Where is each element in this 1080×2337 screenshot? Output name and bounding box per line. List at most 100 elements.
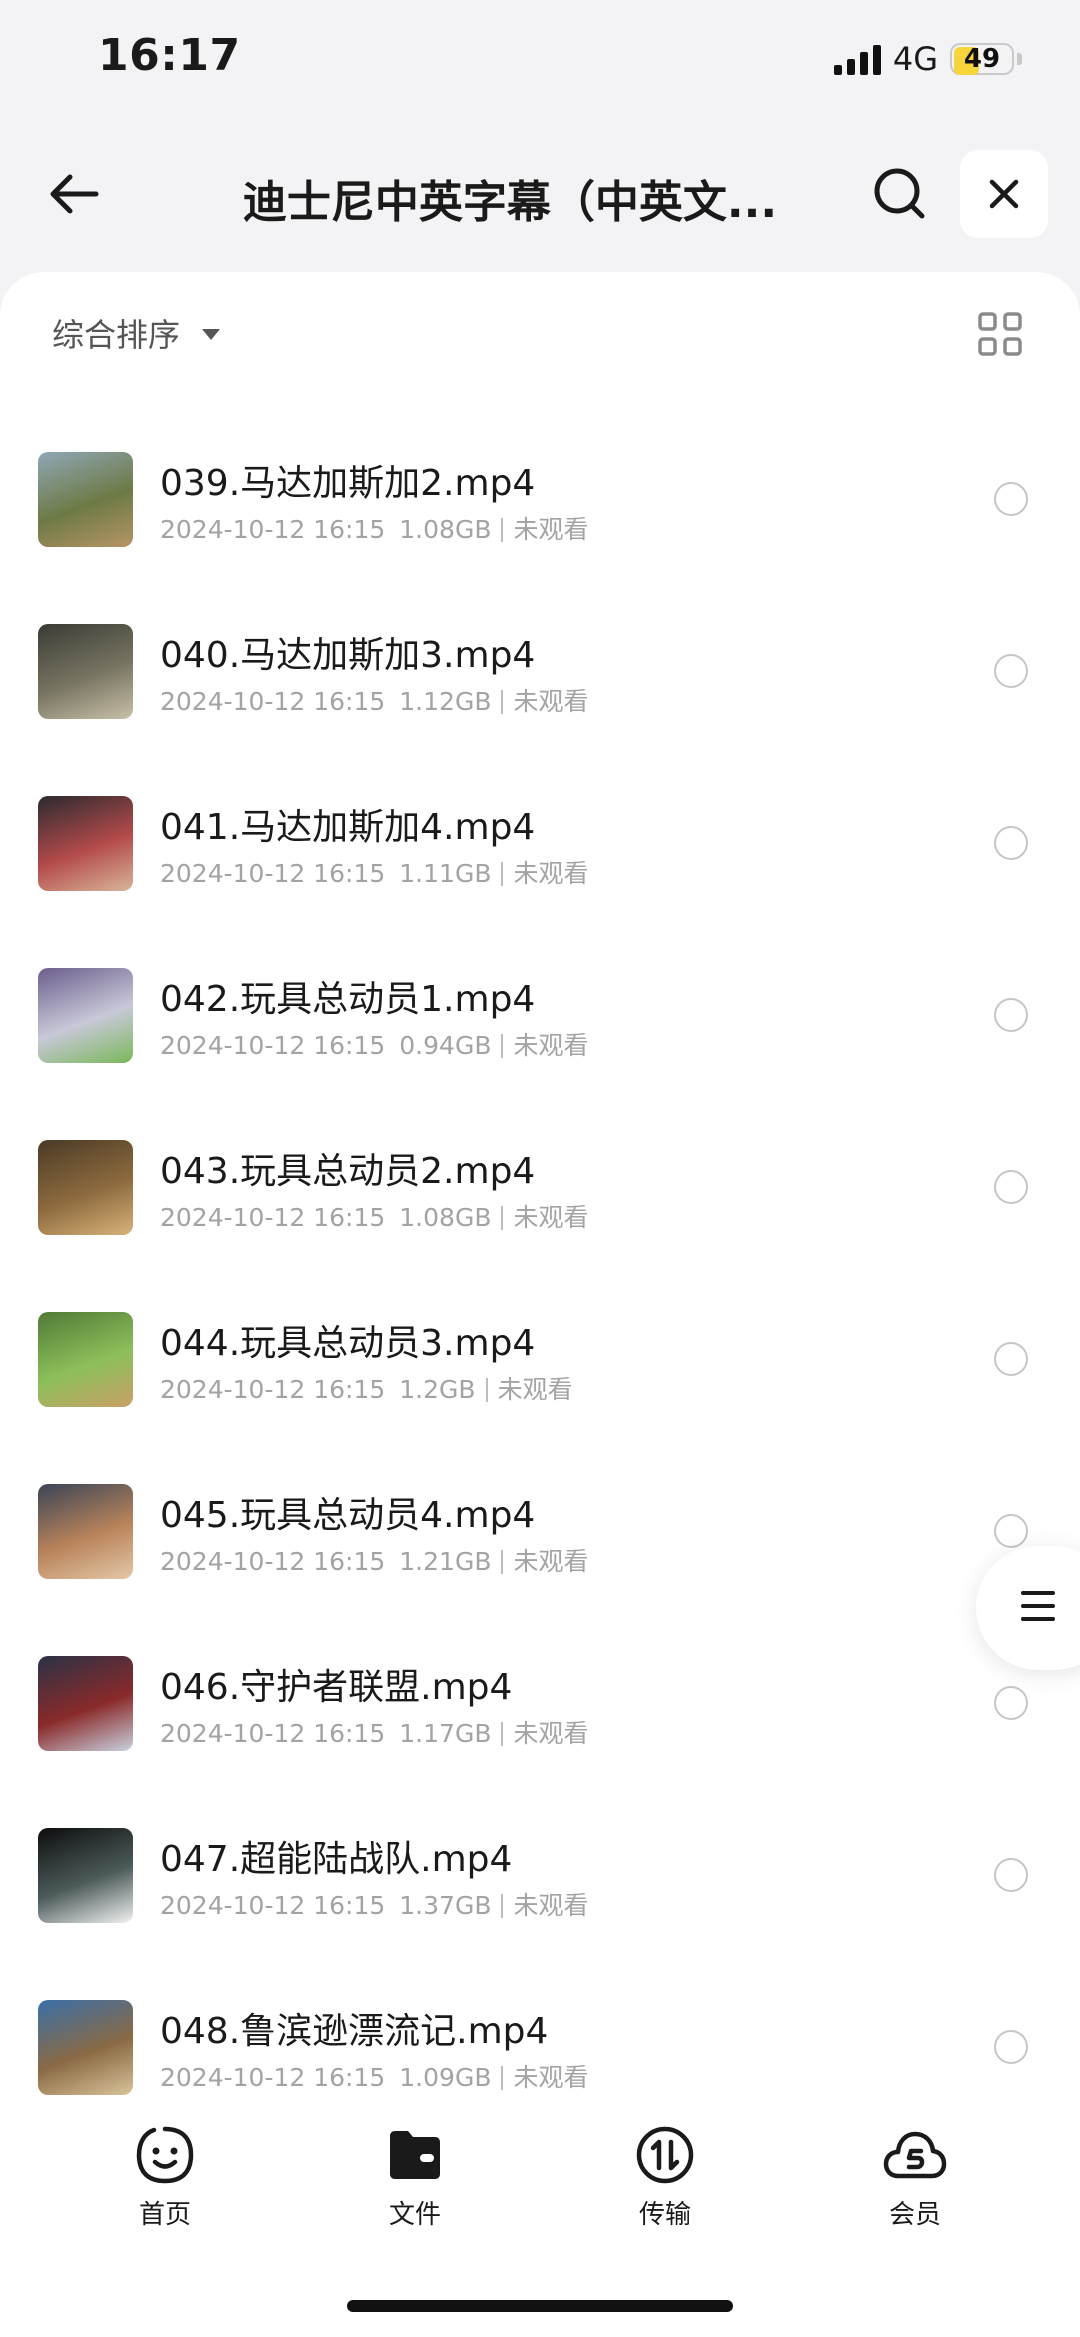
file-size: 1.11GB — [399, 859, 492, 888]
file-row[interactable]: 041.马达加斯加4.mp4 2024-10-12 16:15 1.11GB 未观看 — [0, 776, 1080, 948]
file-row[interactable]: 045.玩具总动员4.mp4 2024-10-12 16:15 1.21GB 未观看 — [0, 1464, 1080, 1636]
status-time: 16:17 — [98, 30, 241, 81]
video-thumbnail — [38, 1828, 133, 1923]
file-date: 2024-10-12 16:15 — [160, 687, 386, 716]
select-radio[interactable] — [994, 1686, 1028, 1720]
meta-divider — [501, 1550, 504, 1574]
search-button[interactable] — [862, 156, 938, 232]
file-size: 1.08GB — [399, 515, 492, 544]
file-name: 041.马达加斯加4.mp4 — [160, 807, 536, 848]
file-name: 045.玩具总动员4.mp4 — [160, 1495, 536, 1536]
file-date: 2024-10-12 16:15 — [160, 515, 386, 544]
status-indicators: 4G 49 — [833, 40, 1022, 78]
watch-status: 未观看 — [513, 1719, 589, 1748]
search-icon — [874, 168, 925, 219]
select-radio[interactable] — [994, 826, 1028, 860]
video-thumbnail — [38, 2000, 133, 2095]
battery-cap — [1017, 53, 1022, 65]
file-row[interactable]: 043.玩具总动员2.mp4 2024-10-12 16:15 1.08GB 未观看 — [0, 1120, 1080, 1292]
network-type: 4G — [892, 40, 938, 78]
grid-view-button[interactable] — [976, 310, 1024, 358]
file-list-panel: 综合排序 039.马达加斯加2.mp4 2024-10-12 16:15 1.08G… — [0, 272, 1080, 2337]
meta-divider — [501, 1894, 504, 1918]
file-size: 0.94GB — [399, 1031, 492, 1060]
video-thumbnail — [38, 624, 133, 719]
caret-down-icon — [202, 328, 221, 340]
file-row[interactable]: 040.马达加斯加3.mp4 2024-10-12 16:15 1.12GB 未观看 — [0, 604, 1080, 776]
smile-face-icon — [136, 2126, 194, 2184]
file-row[interactable]: 042.玩具总动员1.mp4 2024-10-12 16:15 0.94GB 未观看 — [0, 948, 1080, 1120]
meta-divider — [485, 1378, 488, 1402]
select-radio[interactable] — [994, 1342, 1028, 1376]
file-date: 2024-10-12 16:15 — [160, 1891, 386, 1920]
file-size: 1.21GB — [399, 1547, 492, 1576]
file-size: 1.08GB — [399, 1203, 492, 1232]
file-size: 1.12GB — [399, 687, 492, 716]
file-date: 2024-10-12 16:15 — [160, 1031, 386, 1060]
file-name: 043.玩具总动员2.mp4 — [160, 1151, 536, 1192]
tab-transfer[interactable]: 传输 — [585, 2124, 745, 2231]
watch-status: 未观看 — [513, 687, 589, 716]
video-thumbnail — [38, 796, 133, 891]
meta-divider — [501, 862, 504, 886]
app-screen: 16:17 4G 49 迪士尼中英字幕（中英文... 综合排序 039.马达加斯… — [0, 0, 1080, 2337]
file-date: 2024-10-12 16:15 — [160, 2063, 386, 2092]
file-meta: 2024-10-12 16:15 1.17GB 未观看 — [160, 1714, 588, 1750]
watch-status: 未观看 — [513, 1031, 589, 1060]
bottom-tab-bar: 首页 文件 传输 会员 — [0, 2098, 1080, 2258]
file-row[interactable]: 044.玩具总动员3.mp4 2024-10-12 16:15 1.2GB 未观看 — [0, 1292, 1080, 1464]
battery-icon: 49 — [950, 43, 1014, 75]
file-date: 2024-10-12 16:15 — [160, 1547, 386, 1576]
select-radio[interactable] — [994, 482, 1028, 516]
select-radio[interactable] — [994, 1170, 1028, 1204]
file-name: 047.超能陆战队.mp4 — [160, 1839, 513, 1880]
select-radio[interactable] — [994, 1514, 1028, 1548]
battery-percent: 49 — [963, 44, 1001, 74]
video-thumbnail — [38, 1140, 133, 1235]
tab-vip[interactable]: 会员 — [835, 2124, 995, 2231]
select-radio[interactable] — [994, 654, 1028, 688]
watch-status: 未观看 — [513, 2063, 589, 2092]
file-size: 1.09GB — [399, 2063, 492, 2092]
back-button[interactable] — [38, 158, 110, 230]
meta-divider — [501, 690, 504, 714]
file-name: 044.玩具总动员3.mp4 — [160, 1323, 536, 1364]
watch-status: 未观看 — [513, 1891, 589, 1920]
file-name: 040.马达加斯加3.mp4 — [160, 635, 536, 676]
file-size: 1.37GB — [399, 1891, 492, 1920]
file-size: 1.17GB — [399, 1719, 492, 1748]
watch-status: 未观看 — [513, 515, 589, 544]
cellular-signal-icon — [833, 43, 881, 75]
tab-home[interactable]: 首页 — [85, 2124, 245, 2231]
home-indicator[interactable] — [347, 2300, 733, 2312]
close-icon — [989, 179, 1019, 209]
file-name: 048.鲁滨逊漂流记.mp4 — [160, 2011, 549, 2052]
list-menu-icon — [1021, 1591, 1055, 1621]
tab-label: 会员 — [888, 2200, 941, 2230]
close-button[interactable] — [960, 150, 1048, 238]
meta-divider — [501, 1034, 504, 1058]
video-thumbnail — [38, 968, 133, 1063]
sort-dropdown[interactable]: 综合排序 — [52, 310, 221, 356]
file-list: 039.马达加斯加2.mp4 2024-10-12 16:15 1.08GB 未观看 0… — [0, 432, 1080, 2152]
file-row[interactable]: 039.马达加斯加2.mp4 2024-10-12 16:15 1.08GB 未观看 — [0, 432, 1080, 604]
file-meta: 2024-10-12 16:15 1.08GB 未观看 — [160, 1198, 588, 1234]
select-radio[interactable] — [994, 2030, 1028, 2064]
cloud-vip-icon — [883, 2131, 947, 2179]
select-radio[interactable] — [994, 998, 1028, 1032]
select-radio[interactable] — [994, 1858, 1028, 1892]
file-name: 039.马达加斯加2.mp4 — [160, 463, 536, 504]
tab-label: 传输 — [638, 2200, 691, 2230]
meta-divider — [501, 1206, 504, 1230]
tab-files[interactable]: 文件 — [335, 2124, 495, 2231]
meta-divider — [501, 518, 504, 542]
transfer-icon — [636, 2126, 694, 2184]
video-thumbnail — [38, 452, 133, 547]
file-meta: 2024-10-12 16:15 1.11GB 未观看 — [160, 854, 588, 890]
file-meta: 2024-10-12 16:15 0.94GB 未观看 — [160, 1026, 588, 1062]
meta-divider — [501, 1722, 504, 1746]
file-row[interactable]: 046.守护者联盟.mp4 2024-10-12 16:15 1.17GB 未观看 — [0, 1636, 1080, 1808]
file-date: 2024-10-12 16:15 — [160, 1203, 386, 1232]
file-meta: 2024-10-12 16:15 1.21GB 未观看 — [160, 1542, 588, 1578]
file-row[interactable]: 047.超能陆战队.mp4 2024-10-12 16:15 1.37GB 未观看 — [0, 1808, 1080, 1980]
